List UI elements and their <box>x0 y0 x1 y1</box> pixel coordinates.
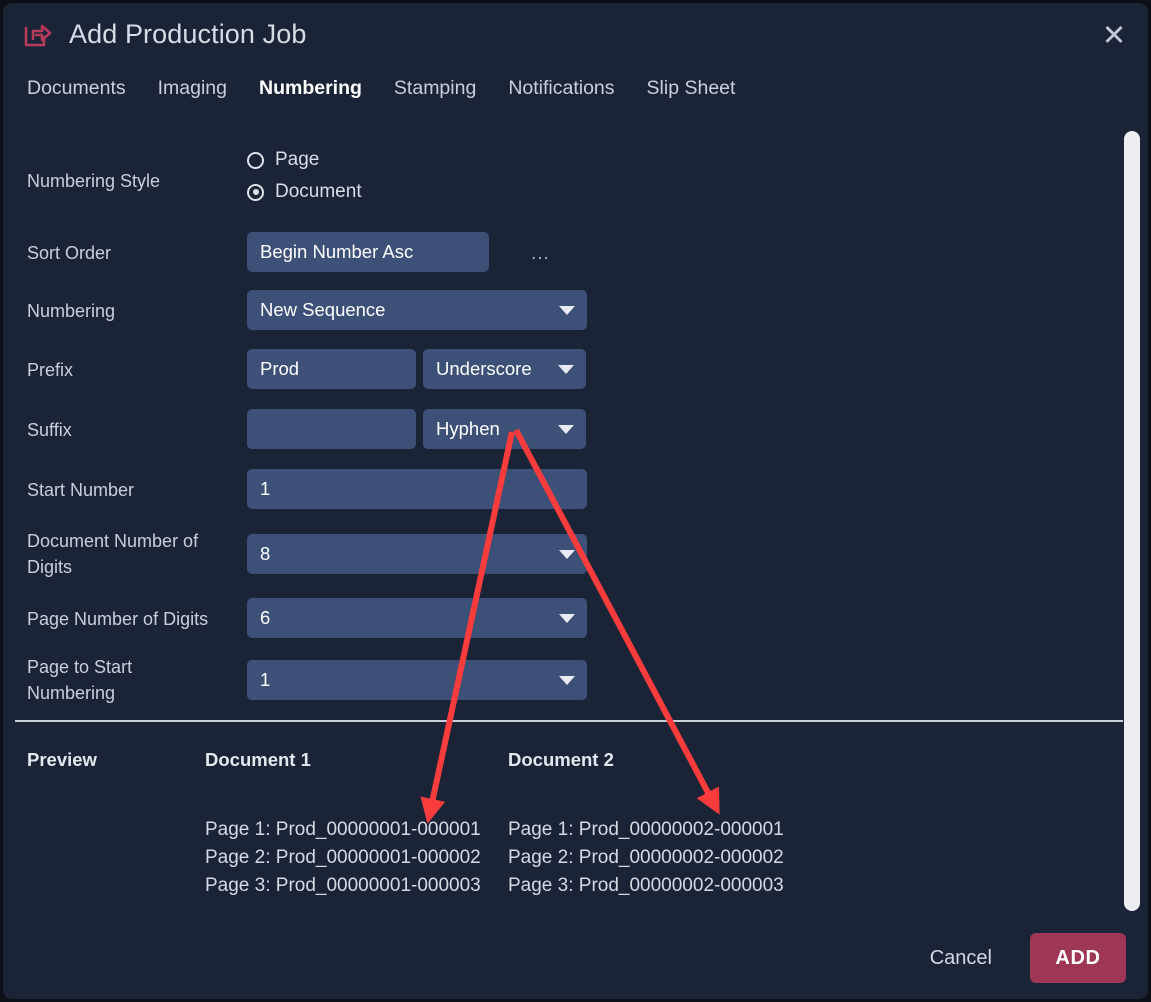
tab-imaging[interactable]: Imaging <box>158 71 227 106</box>
page-to-start-select[interactable]: 1 <box>247 660 587 700</box>
scrollbar-thumb[interactable] <box>1124 131 1140 911</box>
page-digits-value: 6 <box>260 607 271 628</box>
dialog-footer: Cancel ADD <box>3 917 1148 999</box>
page-to-start-value: 1 <box>260 669 271 690</box>
preview-line: Page 1: Prod_00000002-000001 <box>508 819 784 840</box>
tab-bar: Documents Imaging Numbering Stamping Not… <box>27 71 767 106</box>
preview-column-document-2: Document 2 Page 1: Prod_00000002-000001 … <box>508 749 784 900</box>
page-to-start-label: Page to Start Numbering <box>27 657 133 703</box>
start-number-input[interactable] <box>247 469 587 509</box>
radio-page-icon <box>247 151 264 169</box>
chevron-down-icon <box>559 305 575 315</box>
chevron-down-icon <box>558 364 574 374</box>
numbering-select-value: New Sequence <box>260 299 386 320</box>
dialog-body: Numbering Style Page Document Sort Order… <box>3 116 1148 924</box>
suffix-separator-select[interactable]: Hyphen <box>423 409 586 449</box>
sort-order-more-button[interactable]: ... <box>531 244 550 264</box>
numbering-style-label: Numbering Style <box>27 171 161 191</box>
preview-line: Page 2: Prod_00000001-000002 <box>205 847 481 868</box>
tab-notifications[interactable]: Notifications <box>508 71 614 106</box>
tab-numbering[interactable]: Numbering <box>259 71 362 106</box>
export-share-icon <box>21 18 55 50</box>
close-icon[interactable]: ✕ <box>1094 15 1134 55</box>
radio-document-label: Document <box>275 181 362 202</box>
document-digits-label: Document Number of Digits <box>27 531 199 577</box>
suffix-separator-value: Hyphen <box>436 418 500 439</box>
prefix-separator-select[interactable]: Underscore <box>423 349 586 389</box>
section-divider <box>15 720 1123 722</box>
chevron-down-icon <box>559 549 575 559</box>
sort-order-input[interactable] <box>247 232 489 272</box>
preview-line: Page 3: Prod_00000002-000003 <box>508 875 784 896</box>
document-digits-select[interactable]: 8 <box>247 534 587 574</box>
numbering-label: Numbering <box>27 301 116 321</box>
suffix-input[interactable] <box>247 409 416 449</box>
start-number-label: Start Number <box>27 480 135 500</box>
prefix-input[interactable] <box>247 349 416 389</box>
preview-label: Preview <box>27 749 97 770</box>
page-digits-label: Page Number of Digits <box>27 609 209 629</box>
cancel-button[interactable]: Cancel <box>920 939 1002 978</box>
chevron-down-icon <box>559 613 575 623</box>
sort-order-label: Sort Order <box>27 243 112 263</box>
preview-column-document-1: Document 1 Page 1: Prod_00000001-000001 … <box>205 749 481 900</box>
add-production-job-dialog: Add Production Job ✕ Documents Imaging N… <box>3 3 1148 999</box>
numbering-select[interactable]: New Sequence <box>247 290 587 330</box>
dialog-titlebar: Add Production Job ✕ <box>3 3 1148 65</box>
chevron-down-icon <box>558 424 574 434</box>
radio-page-label: Page <box>275 149 320 170</box>
radio-document-icon <box>247 183 264 201</box>
prefix-separator-value: Underscore <box>436 358 532 379</box>
preview-document-1-title: Document 1 <box>205 749 311 770</box>
chevron-down-icon <box>559 675 575 685</box>
page-title: Add Production Job <box>69 18 307 49</box>
suffix-label: Suffix <box>27 420 72 440</box>
vertical-scrollbar[interactable] <box>1124 121 1140 921</box>
radio-option-page[interactable]: Page <box>247 144 362 176</box>
radio-option-document[interactable]: Document <box>247 176 362 208</box>
preview-line: Page 1: Prod_00000001-000001 <box>205 819 481 840</box>
numbering-style-radio-group: Page Document <box>247 144 362 208</box>
preview-document-2-title: Document 2 <box>508 749 614 770</box>
add-button[interactable]: ADD <box>1030 933 1126 983</box>
prefix-label: Prefix <box>27 360 74 380</box>
tab-documents[interactable]: Documents <box>27 71 126 106</box>
preview-line: Page 3: Prod_00000001-000003 <box>205 875 481 896</box>
preview-line: Page 2: Prod_00000002-000002 <box>508 847 784 868</box>
tab-stamping[interactable]: Stamping <box>394 71 476 106</box>
page-digits-select[interactable]: 6 <box>247 598 587 638</box>
tab-slip-sheet[interactable]: Slip Sheet <box>647 71 736 106</box>
document-digits-value: 8 <box>260 543 271 564</box>
